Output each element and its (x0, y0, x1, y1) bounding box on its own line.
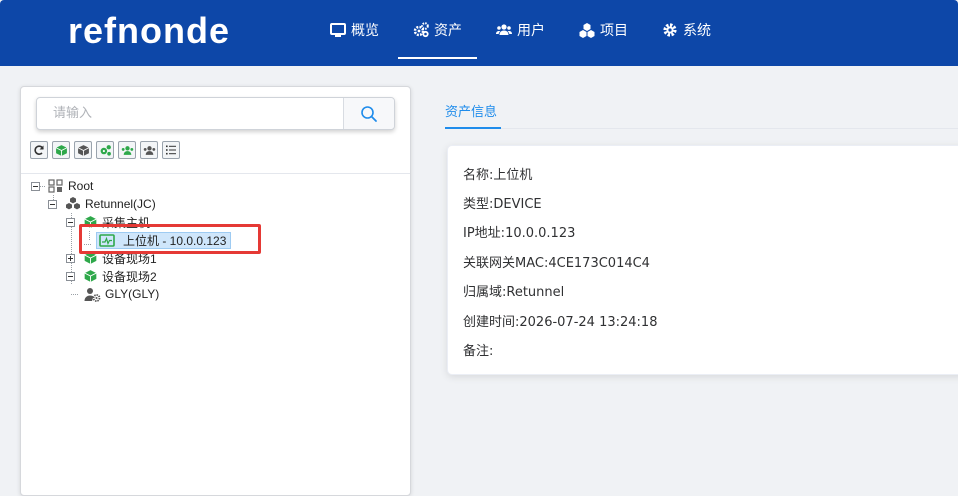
list-icon (166, 145, 176, 155)
list-button[interactable] (162, 141, 180, 159)
field-label: 备注: (463, 344, 494, 359)
field-label: 归属域: (463, 285, 507, 300)
nav-assets-label: 资产 (434, 23, 462, 39)
refresh-icon (34, 145, 44, 155)
tree-label: GLY(GLY) (105, 287, 160, 301)
field-label: 关联网关MAC: (463, 256, 549, 271)
nav-system[interactable]: 系统 (645, 0, 728, 60)
tree-node-user[interactable]: GLY(GLY) (84, 285, 159, 303)
asset-info-card: 名称:上位机 类型:DEVICE IP地址:10.0.0.123 关联网关MAC… (447, 145, 958, 375)
nav-users[interactable]: 用户 (479, 0, 562, 60)
field-ip: IP地址:10.0.0.123 (463, 222, 575, 241)
search-input[interactable] (37, 98, 343, 129)
tree-label: Retunnel(JC) (85, 197, 156, 211)
gears-icon (413, 22, 429, 38)
tree-toolbar (30, 141, 180, 159)
tree-node-domain[interactable]: Retunnel(JC) (48, 195, 156, 213)
tab-asset-info[interactable]: 资产信息 (445, 101, 497, 120)
field-value: 上位机 (493, 168, 533, 183)
field-label: 类型: (463, 197, 494, 212)
search-icon (361, 105, 377, 122)
top-navbar: refnonde 概览 资产 用户 项目 系统 (0, 0, 958, 66)
field-gateway-mac: 关联网关MAC:4CE173C014C4 (463, 252, 650, 271)
tab-divider (445, 128, 958, 129)
refresh-button[interactable] (30, 141, 48, 159)
collapse-toggle[interactable] (66, 271, 75, 281)
cubes-icon (66, 197, 80, 210)
tree-node-root[interactable]: Root (31, 177, 93, 195)
gear-icon (663, 23, 677, 37)
tab-active-indicator (445, 127, 501, 129)
field-type: 类型:DEVICE (463, 193, 542, 212)
nav-system-label: 系统 (683, 23, 711, 39)
tree-node-group[interactable]: 设备现场2 (66, 267, 157, 285)
collapse-toggle[interactable] (48, 199, 57, 209)
field-remark: 备注: (463, 340, 493, 359)
field-value: 4CE173C014C4 (548, 256, 650, 271)
add-asset-button[interactable] (52, 141, 70, 159)
app-logo: refnonde (68, 10, 231, 51)
user-gear-icon (84, 287, 101, 302)
field-label: 创建时间: (463, 315, 520, 330)
search-button[interactable] (343, 98, 394, 129)
cube-green-icon (55, 144, 67, 156)
nav-projects-label: 项目 (600, 23, 628, 39)
users-button[interactable] (140, 141, 158, 159)
expand-toggle[interactable] (66, 253, 75, 263)
main-nav: 概览 资产 用户 项目 系统 (313, 0, 728, 60)
cube-gray-icon (77, 144, 89, 156)
nav-projects[interactable]: 项目 (562, 0, 645, 60)
field-value: DEVICE (493, 197, 542, 212)
add-users-button[interactable] (118, 141, 136, 159)
field-value: 2026-07-24 13:24:18 (519, 315, 658, 330)
gateway-button[interactable] (96, 141, 114, 159)
field-value: Retunnel (506, 285, 565, 300)
users-icon (496, 24, 512, 35)
tree-label: Root (68, 179, 94, 193)
users-gray-icon (143, 145, 155, 155)
collapse-toggle[interactable] (31, 181, 40, 191)
search-box (36, 97, 395, 130)
asset-gray-button[interactable] (74, 141, 92, 159)
gears-green-icon (100, 144, 111, 156)
asset-tree-panel: Root Retunnel(JC) 采集主机 上位机 - 10.0.0.123 (20, 86, 411, 496)
nav-overview-label: 概览 (351, 23, 379, 39)
field-label: 名称: (463, 168, 494, 183)
cubes-icon (579, 23, 595, 38)
selection-highlight-box (79, 224, 261, 254)
field-label: IP地址: (463, 226, 506, 241)
field-name: 名称:上位机 (463, 164, 532, 183)
nav-assets[interactable]: 资产 (396, 0, 479, 60)
sitemap-icon (48, 179, 63, 193)
panel-divider (21, 173, 410, 174)
field-value: 10.0.0.123 (505, 226, 576, 241)
asset-detail-area: 资产信息 名称:上位机 类型:DEVICE IP地址:10.0.0.123 关联… (431, 86, 958, 480)
cube-green-icon (84, 270, 97, 282)
field-domain: 归属域:Retunnel (463, 281, 564, 300)
tree-label: 设备现场2 (102, 269, 157, 284)
field-created-time: 创建时间:2026-07-24 13:24:18 (463, 311, 657, 330)
nav-overview[interactable]: 概览 (313, 0, 396, 60)
tree-line (71, 294, 79, 295)
users-green-icon (121, 145, 133, 155)
collapse-toggle[interactable] (66, 217, 75, 227)
monitor-icon (330, 23, 346, 37)
nav-users-label: 用户 (517, 23, 545, 39)
